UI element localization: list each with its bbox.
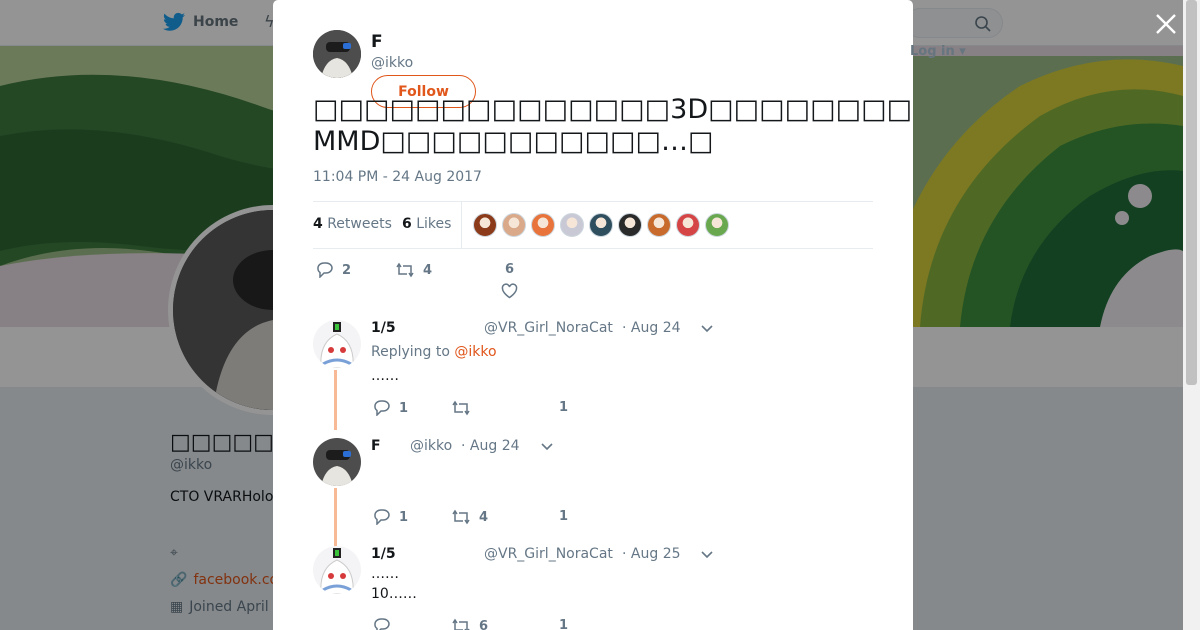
retweet-icon (396, 262, 414, 278)
retweet-icon (452, 400, 470, 416)
liker-avatar[interactable] (676, 213, 700, 237)
liker-avatar[interactable] (705, 213, 729, 237)
reply-avatar[interactable] (313, 320, 361, 368)
like-count: 6 (504, 262, 515, 277)
replying-to: Replying to @ikko (371, 344, 497, 360)
reply-date[interactable]: · Aug 24 (622, 320, 681, 336)
reply-count: 1 (399, 400, 409, 416)
reply-icon (317, 262, 333, 278)
page-scrollbar[interactable] (1183, 0, 1200, 630)
liker-avatar[interactable] (531, 213, 555, 237)
reply-action[interactable]: 1 (373, 509, 408, 525)
reply-date[interactable]: · Aug 24 (461, 438, 520, 454)
liker-avatar[interactable] (618, 213, 642, 237)
chevron-down-icon[interactable] (540, 442, 554, 452)
retweet-count: 4 (479, 509, 489, 525)
reply-icon (374, 618, 390, 630)
reply-actions: 1 1 (371, 400, 671, 420)
reply-avatar-image (313, 438, 361, 486)
like-action[interactable]: 1 (559, 618, 568, 630)
author-avatar[interactable] (313, 30, 361, 78)
reply-tweet[interactable]: 1/5 @VR_Girl_NoraCat · Aug 25 …… 10…… 6 … (313, 546, 873, 630)
heart-icon (501, 283, 518, 299)
reply-author-name[interactable]: F (371, 438, 381, 454)
caret-down-icon: ▾ (954, 44, 966, 59)
like-count: 1 (559, 509, 569, 524)
stats-divider (461, 202, 462, 248)
liker-avatar[interactable] (473, 213, 497, 237)
reply-avatar[interactable] (313, 438, 361, 486)
reply-author-handle[interactable]: @ikko (410, 438, 452, 454)
like-action[interactable]: 1 (559, 509, 568, 524)
reply-icon (374, 400, 390, 416)
retweet-action[interactable]: 4 (451, 509, 488, 525)
author-name[interactable]: F (371, 32, 383, 52)
retweets-stat[interactable]: 4 Retweets (313, 216, 392, 232)
like-action[interactable]: 1 (559, 400, 568, 415)
reply-tweet[interactable]: 1/5 @VR_Girl_NoraCat · Aug 24 Replying t… (313, 320, 873, 430)
retweets-label: Retweets (327, 216, 392, 232)
tweet-text: □□□□□□□□□□□□□□3D□□□□□□□□□□□□□ MMD□□□□□□□… (313, 94, 913, 157)
chevron-down-icon[interactable] (700, 550, 714, 560)
like-count: 1 (559, 618, 569, 630)
reply-action[interactable]: 1 (373, 400, 408, 416)
reply-tweet[interactable]: F @ikko · Aug 24 1 4 1 (313, 438, 873, 548)
chevron-down-icon[interactable] (700, 324, 714, 334)
reply-author-handle[interactable]: @VR_Girl_NoraCat (484, 320, 613, 336)
author-photo (313, 30, 361, 78)
reply-actions: 6 1 (371, 618, 671, 630)
likes-label: Likes (416, 216, 452, 232)
retweet-count: 4 (423, 262, 433, 278)
retweet-icon (452, 618, 470, 630)
reply-text: …… (371, 368, 399, 384)
author-handle[interactable]: @ikko (371, 55, 413, 71)
reply-avatar[interactable] (313, 546, 361, 594)
reply-text: 10…… (371, 586, 417, 602)
replying-prefix: Replying to (371, 344, 450, 360)
login-label: Log in (910, 44, 955, 59)
retweet-icon (452, 509, 470, 525)
reply-actions: 1 4 1 (371, 509, 671, 529)
reply-count: 1 (399, 509, 409, 525)
liker-avatars (473, 213, 729, 237)
replying-to-handle[interactable]: @ikko (454, 344, 496, 360)
reply-icon (374, 509, 390, 525)
reply-avatar-image (313, 320, 361, 368)
retweet-count: 6 (479, 618, 489, 630)
reply-count: 2 (342, 262, 352, 278)
retweets-count: 4 (313, 216, 323, 232)
reply-avatar-image (313, 546, 361, 594)
likes-count: 6 (402, 216, 412, 232)
thread-line (334, 370, 337, 430)
liker-avatar[interactable] (502, 213, 526, 237)
like-action[interactable]: 6 (501, 262, 518, 299)
reply-author-name[interactable]: 1/5 (371, 546, 396, 562)
tweet-actions: 2 4 6 (313, 260, 873, 300)
retweet-action[interactable]: 4 (395, 262, 432, 278)
retweet-action[interactable] (451, 400, 479, 416)
reply-date[interactable]: · Aug 25 (622, 546, 681, 562)
like-count: 1 (559, 400, 569, 415)
reply-action[interactable] (373, 618, 399, 630)
close-icon[interactable] (1154, 12, 1178, 36)
tweet-stats: 4 Retweets 6 Likes (313, 201, 873, 249)
thread-line (334, 488, 337, 548)
tweet-modal: F @ikko Follow □□□□□□□□□□□□□□3D□□□□□□□□□… (273, 0, 913, 630)
reply-action[interactable]: 2 (316, 262, 351, 278)
tweet-timestamp[interactable]: 11:04 PM - 24 Aug 2017 (313, 169, 482, 185)
likes-stat[interactable]: 6 Likes (402, 216, 451, 232)
reply-author-handle[interactable]: @VR_Girl_NoraCat (484, 546, 613, 562)
reply-text: …… (371, 566, 399, 582)
retweet-action[interactable]: 6 (451, 618, 488, 630)
scrollbar-thumb[interactable] (1186, 0, 1197, 385)
liker-avatar[interactable] (560, 213, 584, 237)
reply-author-name[interactable]: 1/5 (371, 320, 396, 336)
login-menu[interactable]: Log in ▾ (910, 44, 966, 59)
liker-avatar[interactable] (589, 213, 613, 237)
liker-avatar[interactable] (647, 213, 671, 237)
